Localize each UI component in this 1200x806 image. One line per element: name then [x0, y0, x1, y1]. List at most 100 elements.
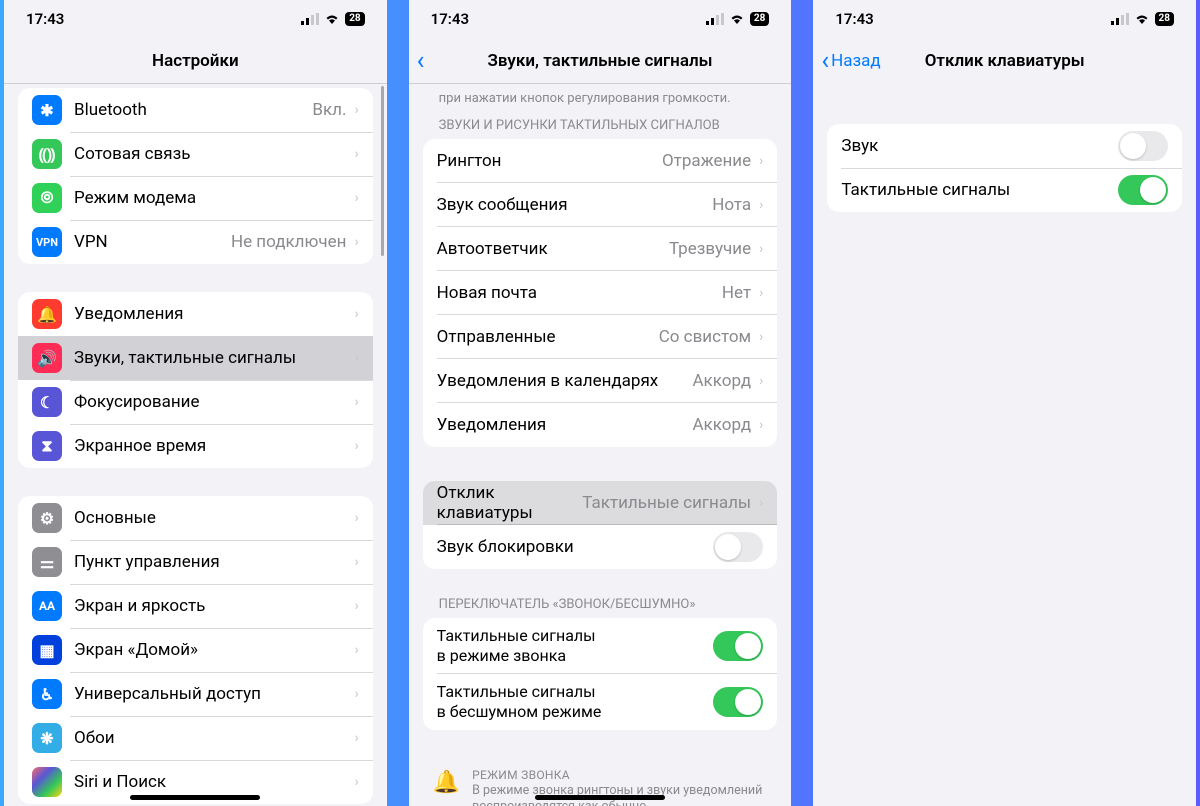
row-label: Siri и Поиск [74, 772, 354, 792]
battery-indicator: 28 [750, 12, 769, 26]
row-label: Тактильные сигналыв режиме звонка [437, 626, 714, 666]
hourglass-icon: ⧗ [32, 431, 62, 461]
hotspot-row[interactable]: ⦾ Режим модема › [18, 176, 373, 220]
reminder-alerts-row[interactable]: Уведомления Аккорд › [423, 403, 778, 447]
row-value: Трезвучие [669, 239, 751, 259]
page-title: Звуки, тактильные сигналы [487, 51, 712, 71]
keyboard-feedback-row[interactable]: Отклик клавиатуры Тактильные сигналы › [423, 481, 778, 525]
row-label: Экран «Домой» [74, 640, 354, 660]
homescreen-row[interactable]: ▦ Экран «Домой» › [18, 628, 373, 672]
text-tone-row[interactable]: Звук сообщения Нота › [423, 183, 778, 227]
chevron-right-icon: › [354, 774, 358, 790]
sounds-list[interactable]: при нажатии кнопок регулирования громкос… [409, 84, 792, 806]
back-button[interactable]: ‹ [417, 48, 427, 74]
screentime-row[interactable]: ⧗ Экранное время › [18, 424, 373, 468]
textsize-icon: AA [32, 591, 62, 621]
row-label: Уведомления [437, 415, 693, 435]
row-label: Режим модема [74, 188, 354, 208]
status-time: 17:43 [431, 10, 469, 28]
home-indicator[interactable] [535, 795, 665, 800]
keyboard-feedback-list[interactable]: Звук Тактильные сигналы [813, 84, 1196, 806]
row-value: Нота [712, 195, 751, 215]
display-row[interactable]: AA Экран и яркость › [18, 584, 373, 628]
scrollbar[interactable] [381, 86, 384, 256]
haptic-silent-row: Тактильные сигналыв бесшумном режиме [423, 674, 778, 730]
chevron-right-icon: › [759, 329, 763, 345]
accessibility-icon: ♿︎ [32, 679, 62, 709]
sliders-icon: ⚌ [32, 547, 62, 577]
cellular-row[interactable]: ⸨⸩ Сотовая связь › [18, 132, 373, 176]
chevron-right-icon: › [354, 146, 358, 162]
chevron-right-icon: › [354, 598, 358, 614]
home-indicator[interactable] [130, 795, 260, 800]
status-bar: 17:43 28 [813, 0, 1196, 38]
notifications-group: 🔔 Уведомления › 🔊 Звуки, тактильные сигн… [18, 292, 373, 468]
ring-silent-group: Тактильные сигналыв режиме звонка Тактил… [423, 618, 778, 730]
voicemail-row[interactable]: Автоответчик Трезвучие › [423, 227, 778, 271]
haptic-silent-toggle[interactable] [713, 687, 763, 717]
focus-row[interactable]: ☾ Фокусирование › [18, 380, 373, 424]
bluetooth-row[interactable]: ✱ Bluetooth Вкл. › [18, 88, 373, 132]
vpn-row[interactable]: VPN VPN Не подключен › [18, 220, 373, 264]
calendar-alerts-row[interactable]: Уведомления в календарях Аккорд › [423, 359, 778, 403]
haptic-ring-toggle[interactable] [713, 631, 763, 661]
row-label: Фокусирование [74, 392, 354, 412]
sound-toggle[interactable] [1118, 131, 1168, 161]
haptic-ring-row: Тактильные сигналыв режиме звонка [423, 618, 778, 674]
new-mail-row[interactable]: Новая почта Нет › [423, 271, 778, 315]
sounds-row[interactable]: 🔊 Звуки, тактильные сигналы › [18, 336, 373, 380]
chevron-right-icon: › [354, 438, 358, 454]
wifi-icon [1134, 13, 1150, 25]
row-label: Новая почта [437, 283, 722, 303]
chevron-right-icon: › [759, 373, 763, 389]
status-time: 17:43 [835, 10, 873, 28]
sounds-screen: 17:43 28 ‹ Звуки, тактильные сигналы при… [409, 0, 792, 806]
general-group: ⚙ Основные › ⚌ Пункт управления › AA Экр… [18, 496, 373, 804]
chevron-right-icon: › [354, 350, 358, 366]
row-label: Уведомления [74, 304, 354, 324]
sound-row: Звук [827, 124, 1182, 168]
gear-icon: ⚙ [32, 503, 62, 533]
row-label: Экранное время [74, 436, 354, 456]
chevron-right-icon: › [354, 554, 358, 570]
chevron-right-icon: › [354, 510, 358, 526]
connectivity-group: ✱ Bluetooth Вкл. › ⸨⸩ Сотовая связь › ⦾ … [18, 88, 373, 264]
row-label: Рингтон [437, 151, 662, 171]
sounds-group: Рингтон Отражение › Звук сообщения Нота … [423, 139, 778, 447]
chevron-right-icon: › [759, 417, 763, 433]
row-label: Отклик клавиатуры [437, 483, 583, 523]
chevron-right-icon: › [354, 306, 358, 322]
row-value: Не подключен [231, 232, 347, 252]
row-label: Bluetooth [74, 100, 312, 120]
cellular-icon [1111, 13, 1129, 25]
back-button[interactable]: ‹ Назад [821, 48, 880, 74]
settings-list[interactable]: ✱ Bluetooth Вкл. › ⸨⸩ Сотовая связь › ⦾ … [4, 84, 387, 806]
lock-sound-toggle[interactable] [713, 532, 763, 562]
battery-indicator: 28 [345, 12, 364, 26]
status-icons: 28 [706, 12, 769, 26]
haptic-toggle[interactable] [1118, 175, 1168, 205]
row-label: VPN [74, 232, 231, 252]
chevron-right-icon: › [759, 285, 763, 301]
row-value: Отражение [662, 151, 751, 171]
control-center-row[interactable]: ⚌ Пункт управления › [18, 540, 373, 584]
ringtone-row[interactable]: Рингтон Отражение › [423, 139, 778, 183]
notifications-row[interactable]: 🔔 Уведомления › [18, 292, 373, 336]
row-label: Пункт управления [74, 552, 354, 572]
chevron-right-icon: › [354, 686, 358, 702]
chevron-right-icon: › [354, 190, 358, 206]
wallpaper-row[interactable]: ❋ Обои › [18, 716, 373, 760]
row-label: Основные [74, 508, 354, 528]
row-value: Со свистом [659, 327, 751, 347]
chevron-right-icon: › [759, 197, 763, 213]
sent-mail-row[interactable]: Отправленные Со свистом › [423, 315, 778, 359]
chevron-left-icon: ‹ [821, 48, 829, 74]
chevron-right-icon: › [354, 102, 358, 118]
nav-header: ‹ Назад Отклик клавиатуры [813, 38, 1196, 84]
chevron-right-icon: › [354, 730, 358, 746]
back-label: Назад [831, 51, 881, 71]
general-row[interactable]: ⚙ Основные › [18, 496, 373, 540]
speaker-icon: 🔊 [32, 343, 62, 373]
keyboard-feedback-screen: 17:43 28 ‹ Назад Отклик клавиатуры Звук … [813, 0, 1196, 806]
accessibility-row[interactable]: ♿︎ Универсальный доступ › [18, 672, 373, 716]
